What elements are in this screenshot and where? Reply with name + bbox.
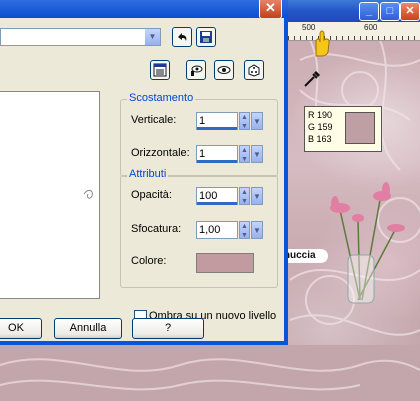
chevron-down-icon[interactable]: ▼ [251, 221, 263, 239]
offset-group: Scostamento Verticale: ▲▼ ▼ Orizzontale:… [120, 92, 278, 177]
spin-arrows-icon[interactable]: ▲ ▼ [239, 187, 250, 205]
eyedropper-icon [304, 71, 320, 87]
opacity-label: Opacità: [131, 189, 172, 201]
ruler-label: 600 [364, 23, 378, 32]
spin-arrows-icon[interactable]: ▲ ▼ [239, 112, 250, 130]
vertical-slider-bar[interactable] [197, 127, 237, 130]
pointer-hand-icon [315, 30, 330, 57]
undo-arrow-icon [178, 33, 187, 41]
attributes-group: Attributi Opacità: ▲▼ ▼ Sfocatura: ▲▼ ▼ … [120, 168, 278, 288]
dialog-close-button[interactable]: ✕ [259, 0, 282, 19]
chevron-down-icon[interactable]: ▼ [251, 187, 263, 205]
dice-icon [248, 64, 260, 77]
show-settings-button[interactable] [150, 60, 170, 80]
horizontal-label: Orizzontale: [131, 147, 190, 159]
pan-preview-button[interactable] [186, 60, 206, 80]
color-readout-panel: R 190 G 159 B 163 [304, 106, 382, 152]
blur-label: Sfocatura: [131, 223, 182, 235]
cancel-button[interactable]: Annulla [54, 318, 122, 339]
attributes-group-title: Attributi [127, 168, 169, 180]
offset-group-title: Scostamento [127, 92, 196, 104]
host-close-button[interactable]: ✕ [400, 2, 420, 21]
eye-icon [217, 66, 231, 74]
green-value: G 159 [308, 122, 333, 132]
color-readout-swatch [345, 112, 375, 144]
chevron-down-icon[interactable]: ▼ [251, 145, 263, 163]
floppy-disk-icon [200, 31, 212, 43]
horizontal-slider-bar[interactable] [197, 160, 237, 163]
flower-vase-image [330, 182, 405, 304]
dialog-body: ▼ Scostamento Verticale: 1 ▲ ▼ ▼ Orizzon… [0, 18, 284, 341]
canvas-lower-area [0, 345, 420, 401]
spin-arrows-icon[interactable]: ▲ ▼ [239, 145, 250, 163]
preset-select[interactable]: ▼ [0, 28, 161, 46]
randomize-button[interactable] [244, 60, 264, 80]
reset-button[interactable] [172, 27, 192, 47]
save-preset-button[interactable] [196, 27, 216, 47]
opacity-stepper[interactable]: ▲▼ ▼ [196, 187, 266, 205]
preview-pane[interactable] [0, 91, 100, 299]
red-value: R 190 [308, 110, 333, 120]
vertical-label: Verticale: [131, 114, 177, 126]
help-button[interactable]: ? [132, 318, 204, 339]
hand-eye-icon [191, 65, 203, 76]
window-list-icon [153, 63, 167, 77]
chevron-down-icon[interactable]: ▼ [251, 112, 263, 130]
vertical-stepper[interactable]: ▲▼ ▼ [196, 112, 266, 130]
minimize-button[interactable]: _ [359, 2, 379, 21]
horizontal-stepper[interactable]: ▲▼ ▼ [196, 145, 266, 163]
dialog-titlebar[interactable] [0, 0, 288, 18]
blue-value: B 163 [308, 134, 332, 144]
drop-shadow-dialog: ✕ ▼ Scostamento Verticale: 1 ▲ ▼ ▼ Orizz… [0, 0, 288, 345]
chevron-down-icon[interactable]: ▼ [144, 29, 160, 45]
opacity-slider-bar[interactable] [197, 202, 237, 205]
preview-mark-icon [83, 189, 93, 199]
color-label: Colore: [131, 255, 167, 267]
spin-arrows-icon[interactable]: ▲ ▼ [239, 221, 250, 239]
maximize-button[interactable]: □ [380, 2, 400, 21]
blur-stepper[interactable]: ▲▼ ▼ [196, 221, 266, 239]
shadow-color-swatch[interactable] [196, 253, 254, 273]
ok-button[interactable]: OK [0, 318, 42, 339]
auto-proof-button[interactable] [214, 60, 234, 80]
blur-input[interactable] [196, 221, 238, 239]
